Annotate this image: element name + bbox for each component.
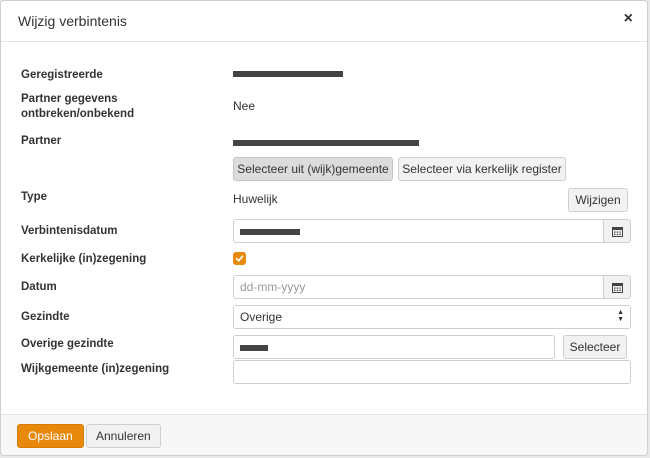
- kerkelijke-inzegening-checkbox[interactable]: [233, 252, 246, 265]
- change-type-button[interactable]: Wijzigen: [568, 188, 628, 212]
- label-overige-gezindte: Overige gezindte: [21, 338, 114, 350]
- label-datum: Datum: [21, 281, 57, 293]
- dialog-footer: Opslaan Annuleren: [1, 414, 647, 455]
- edit-relationship-dialog: Wijzig verbintenis × Geregistreerde Part…: [0, 0, 648, 456]
- partner-missing-value: Nee: [233, 99, 256, 113]
- label-partner: Partner: [21, 135, 62, 147]
- overige-gezindte-value: [240, 344, 268, 351]
- verbintenisdatum-value: [240, 228, 300, 235]
- label-partner-missing: Partner gegevens ontbreken/onbekend: [21, 93, 135, 120]
- label-wijkgemeente-inzegening: Wijkgemeente (in)zegening: [21, 363, 170, 375]
- calendar-icon[interactable]: [603, 219, 631, 243]
- overige-gezindte-input[interactable]: [233, 335, 555, 359]
- type-value: Huwelijk: [233, 192, 278, 206]
- label-geregistreerde: Geregistreerde: [21, 69, 103, 81]
- dialog-title: Wijzig verbintenis: [18, 13, 127, 29]
- cancel-button[interactable]: Annuleren: [86, 424, 161, 448]
- label-kerkelijke-inzegening: Kerkelijke (in)zegening: [21, 253, 147, 265]
- gezindte-select[interactable]: Overige ▲ ▼: [233, 305, 631, 329]
- calendar-icon[interactable]: [603, 275, 631, 299]
- datum-placeholder: dd-mm-yyyy: [240, 280, 306, 294]
- sort-arrows-icon: ▲ ▼: [617, 309, 624, 323]
- label-type: Type: [21, 191, 47, 203]
- select-from-wijkgemeente-button[interactable]: Selecteer uit (wijk)gemeente: [233, 157, 393, 181]
- close-icon[interactable]: ×: [624, 11, 633, 27]
- partner-value: [233, 140, 419, 146]
- select-overige-gezindte-button[interactable]: Selecteer: [563, 335, 627, 359]
- geregistreerde-value: [233, 71, 343, 77]
- label-gezindte: Gezindte: [21, 311, 70, 323]
- gezindte-selected: Overige: [240, 310, 283, 324]
- wijkgemeente-inzegening-input[interactable]: [233, 360, 631, 384]
- dialog-header: Wijzig verbintenis ×: [1, 1, 647, 42]
- label-verbintenisdatum: Verbintenisdatum: [21, 225, 118, 237]
- check-icon: [235, 255, 244, 262]
- select-via-register-button[interactable]: Selecteer via kerkelijk register: [398, 157, 566, 181]
- verbintenisdatum-input[interactable]: [233, 219, 604, 243]
- datum-input[interactable]: dd-mm-yyyy: [233, 275, 604, 299]
- save-button[interactable]: Opslaan: [17, 424, 84, 448]
